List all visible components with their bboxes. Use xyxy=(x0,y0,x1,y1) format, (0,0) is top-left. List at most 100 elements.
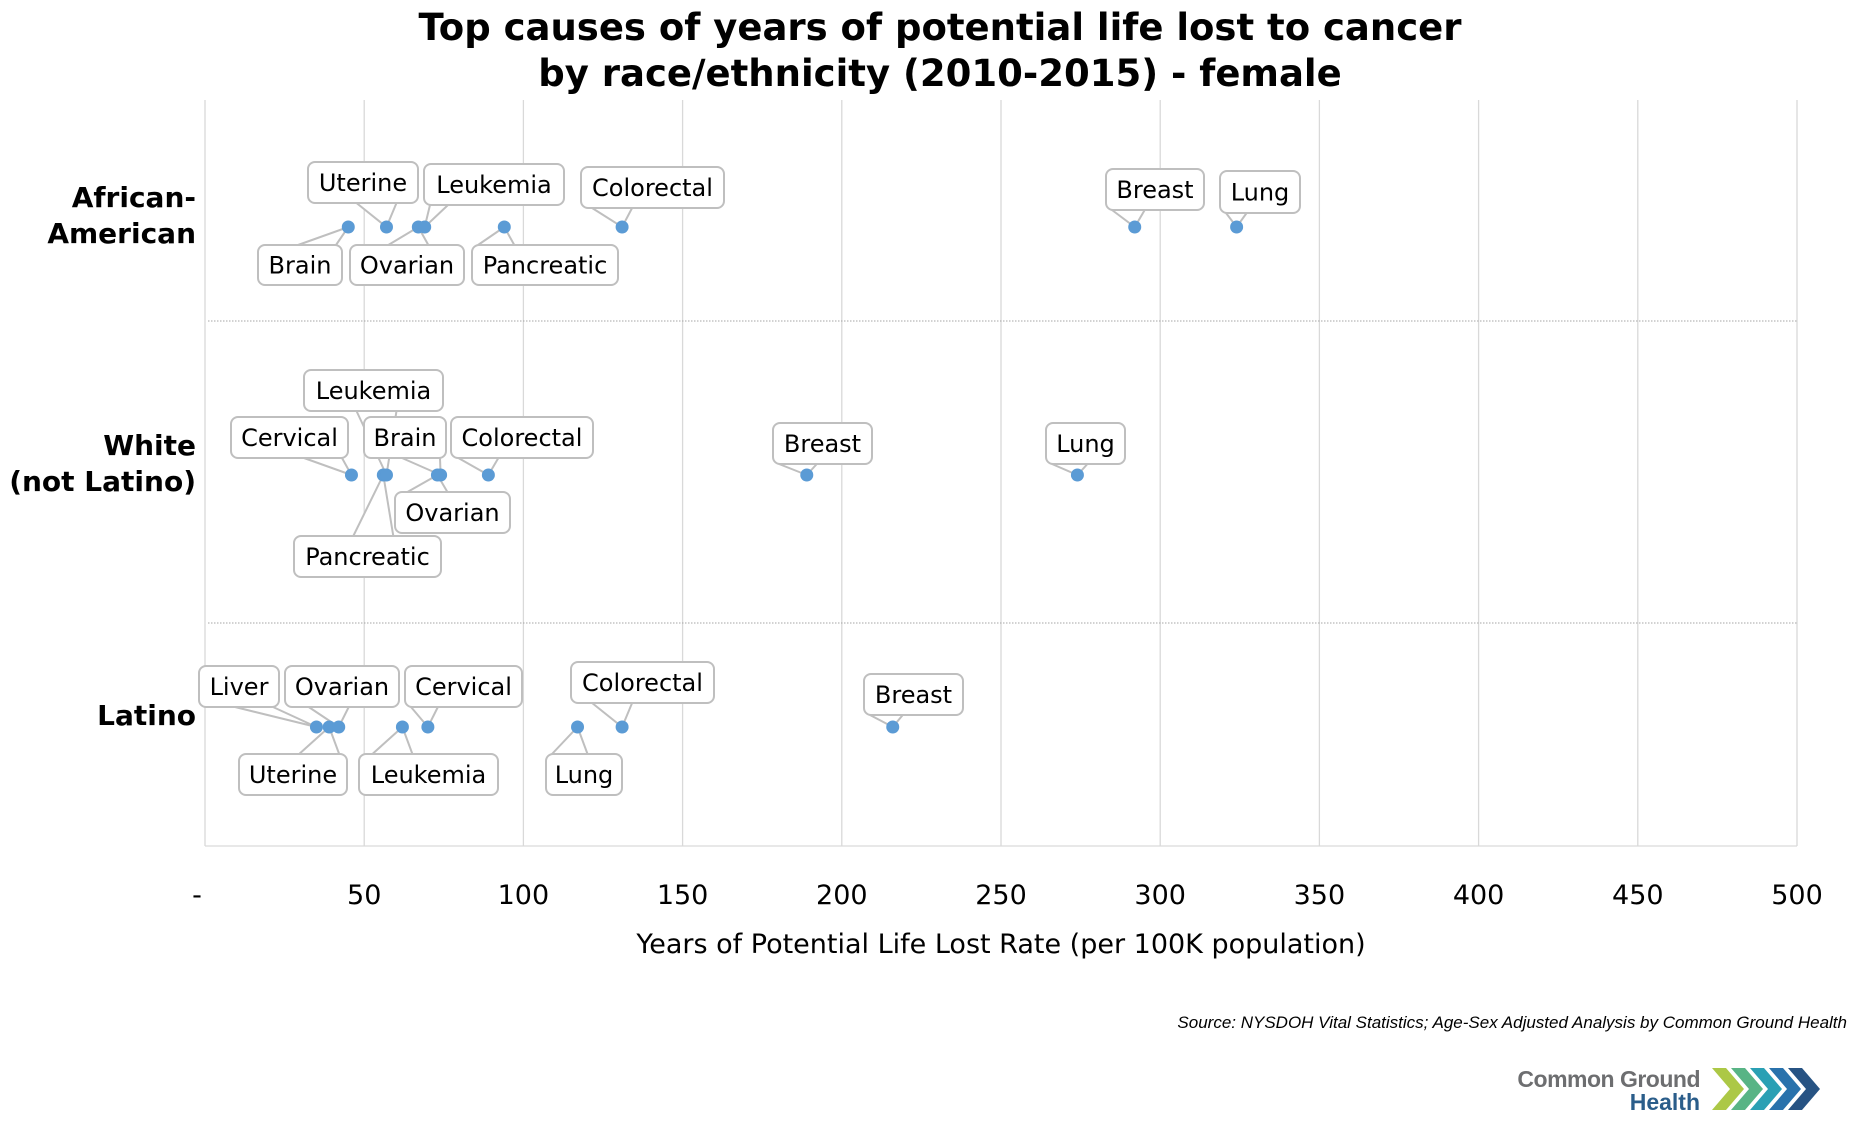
data-label-lung: Lung xyxy=(1231,179,1290,207)
data-label-liver: Liver xyxy=(210,673,269,701)
chart-title-line-1: Top causes of years of potential life lo… xyxy=(418,6,1462,49)
callout-colorectal: Colorectal xyxy=(450,416,594,459)
x-tick-label-200: 200 xyxy=(816,880,868,911)
data-point-colorectal xyxy=(615,220,629,234)
data-label-brain: Brain xyxy=(374,424,437,452)
data-label-colorectal: Colorectal xyxy=(582,669,703,697)
data-point-brain xyxy=(434,468,448,482)
row-label-2-line-0: Latino xyxy=(97,699,196,732)
data-label-ovarian: Ovarian xyxy=(360,252,454,280)
data-point-colorectal xyxy=(615,720,629,734)
data-label-leukemia: Leukemia xyxy=(436,171,552,199)
data-point-leukemia xyxy=(418,220,432,234)
data-points xyxy=(309,220,1244,734)
row-label-1-line-1: (not Latino) xyxy=(9,465,196,498)
data-label-cervical: Cervical xyxy=(415,673,512,701)
row-label-0-line-0: African- xyxy=(72,181,196,214)
row-label-1-line-0: White xyxy=(103,429,196,462)
callout-brain: Brain xyxy=(257,244,343,286)
data-label-breast: Breast xyxy=(1116,176,1193,204)
data-point-cervical xyxy=(421,720,435,734)
callout-leukemia: Leukemia xyxy=(358,753,499,796)
data-point-breast xyxy=(886,720,900,734)
x-tick-label-400: 400 xyxy=(1453,880,1505,911)
data-label-leukemia: Leukemia xyxy=(371,761,487,789)
row-label-0-line-1: American xyxy=(47,217,196,250)
callout-cervical: Cervical xyxy=(404,665,523,708)
data-point-uterine xyxy=(379,220,393,234)
chart-title-line-2: by race/ethnicity (2010-2015) - female xyxy=(538,52,1341,95)
data-point-pancreatic xyxy=(497,220,511,234)
logo-line-2: Health xyxy=(1630,1089,1700,1115)
common-ground-health-logo: Common Ground Health xyxy=(1517,1066,1820,1115)
data-label-uterine: Uterine xyxy=(319,169,407,197)
callout-brain: Brain xyxy=(363,416,447,459)
x-tick-label-250: 250 xyxy=(975,880,1027,911)
callout-cervical: Cervical xyxy=(230,416,349,459)
data-label-breast: Breast xyxy=(875,681,952,709)
callout-leader-pancreatic xyxy=(352,471,395,537)
callout-liver: Liver xyxy=(198,665,280,708)
data-label-pancreatic: Pancreatic xyxy=(305,543,430,571)
callout-ovarian: Ovarian xyxy=(394,491,511,534)
data-label-leukemia: Leukemia xyxy=(316,377,432,405)
source-note: Source: NYSDOH Vital Statistics; Age-Sex… xyxy=(1177,1013,1847,1032)
data-point-breast xyxy=(1128,220,1142,234)
data-label-breast: Breast xyxy=(784,430,861,458)
data-point-cervical xyxy=(344,468,358,482)
callout-breast: Breast xyxy=(1105,168,1205,211)
x-tick-label-50: 50 xyxy=(347,880,381,911)
data-point-brain xyxy=(341,220,355,234)
data-label-lung: Lung xyxy=(1056,430,1115,458)
callout-pancreatic: Pancreatic xyxy=(471,244,619,286)
callout-leader-brain xyxy=(297,225,351,246)
x-axis-title: Years of Potential Life Lost Rate (per 1… xyxy=(635,929,1365,960)
x-tick-label-350: 350 xyxy=(1294,880,1346,911)
callout-uterine: Uterine xyxy=(238,753,348,796)
data-point-colorectal xyxy=(481,468,495,482)
callout-breast: Breast xyxy=(863,673,964,716)
callout-breast: Breast xyxy=(772,422,873,465)
callout-lung: Lung xyxy=(1219,170,1301,214)
callout-ovarian: Ovarian xyxy=(349,244,465,286)
x-tick-label-150: 150 xyxy=(657,880,709,911)
callout-leader-cervical xyxy=(303,457,354,477)
chart-title: Top causes of years of potential life lo… xyxy=(418,6,1462,95)
data-point-ovarian xyxy=(332,720,346,734)
data-label-brain: Brain xyxy=(269,252,332,280)
data-label-colorectal: Colorectal xyxy=(592,174,713,202)
data-label-lung: Lung xyxy=(555,761,614,789)
data-label-colorectal: Colorectal xyxy=(462,424,583,452)
x-tick-label-100: 100 xyxy=(498,880,550,911)
callout-leukemia: Leukemia xyxy=(423,163,565,206)
x-tick-label-500: 500 xyxy=(1771,880,1823,911)
callout-lung: Lung xyxy=(1045,422,1126,465)
data-point-leukemia xyxy=(379,468,393,482)
callout-colorectal: Colorectal xyxy=(570,661,715,704)
data-point-liver xyxy=(309,720,323,734)
data-label-pancreatic: Pancreatic xyxy=(483,252,608,280)
data-point-lung xyxy=(1070,468,1084,482)
callout-leukemia: Leukemia xyxy=(303,369,444,412)
callout-colorectal: Colorectal xyxy=(580,166,725,209)
data-label-uterine: Uterine xyxy=(249,761,337,789)
x-tick-label-0: - xyxy=(192,880,202,911)
row-labels: African-American White(not Latino) Latino xyxy=(9,181,196,732)
x-tick-label-300: 300 xyxy=(1134,880,1186,911)
data-label-cervical: Cervical xyxy=(241,424,338,452)
chart: Top causes of years of potential life lo… xyxy=(9,6,1847,1115)
data-label-ovarian: Ovarian xyxy=(295,673,389,701)
chevrons-icon xyxy=(1712,1068,1820,1110)
data-point-lung xyxy=(1230,220,1244,234)
data-label-ovarian: Ovarian xyxy=(405,499,499,527)
x-axis-ticks: - 50 100 150 200 250 300 350 400 450 500 xyxy=(192,880,1823,911)
callout-lung: Lung xyxy=(545,753,623,796)
callout-uterine: Uterine xyxy=(307,161,419,204)
data-point-breast xyxy=(800,468,814,482)
callout-leader-liver xyxy=(234,706,317,728)
data-point-lung xyxy=(571,720,585,734)
x-tick-label-450: 450 xyxy=(1612,880,1664,911)
callout-pancreatic: Pancreatic xyxy=(293,535,442,578)
data-point-leukemia xyxy=(395,720,409,734)
callout-ovarian: Ovarian xyxy=(284,665,400,708)
